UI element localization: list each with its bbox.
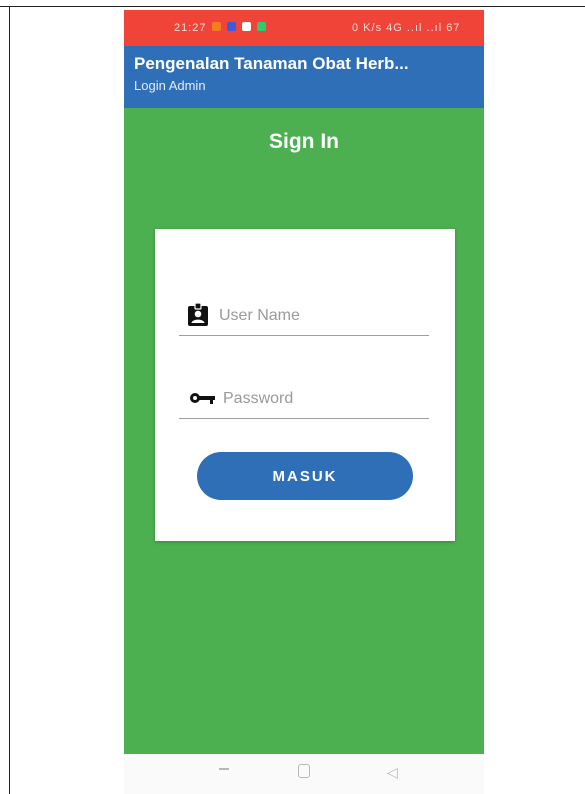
notification-icons	[212, 22, 266, 31]
username-input[interactable]	[219, 303, 419, 329]
home-icon[interactable]	[298, 764, 310, 778]
app-bar: Pengenalan Tanaman Obat Herb... Login Ad…	[124, 46, 484, 108]
warning-icon	[242, 22, 251, 31]
login-card: MASUK	[155, 229, 455, 541]
main-content: Sign In User Name MASUK	[124, 108, 484, 754]
password-input[interactable]	[223, 386, 423, 412]
document-frame-left-border	[9, 6, 10, 794]
notification-icon	[212, 22, 221, 31]
recent-apps-icon[interactable]	[219, 768, 229, 770]
password-field	[179, 378, 429, 419]
contact-badge-icon	[188, 303, 208, 326]
status-bar: 21:27 0 K/s 4G ..ıl ..ıl 67	[124, 10, 484, 46]
document-frame-top-border	[0, 6, 585, 7]
app-title: Pengenalan Tanaman Obat Herb...	[134, 54, 409, 73]
notification-icon	[227, 22, 236, 31]
login-button[interactable]: MASUK	[197, 452, 413, 500]
back-icon[interactable]: ◁	[387, 764, 398, 781]
notification-icon	[257, 22, 266, 31]
key-icon	[190, 393, 215, 404]
phone-screen: 21:27 0 K/s 4G ..ıl ..ıl 67 Pengenalan T…	[124, 10, 484, 794]
username-field	[179, 295, 429, 336]
page-title: Sign In	[269, 130, 339, 153]
status-time: 21:27	[174, 22, 207, 34]
app-subtitle: Login Admin	[134, 78, 206, 93]
status-indicators: 0 K/s 4G ..ıl ..ıl 67	[352, 22, 461, 34]
system-nav-bar: ◁	[124, 754, 484, 794]
